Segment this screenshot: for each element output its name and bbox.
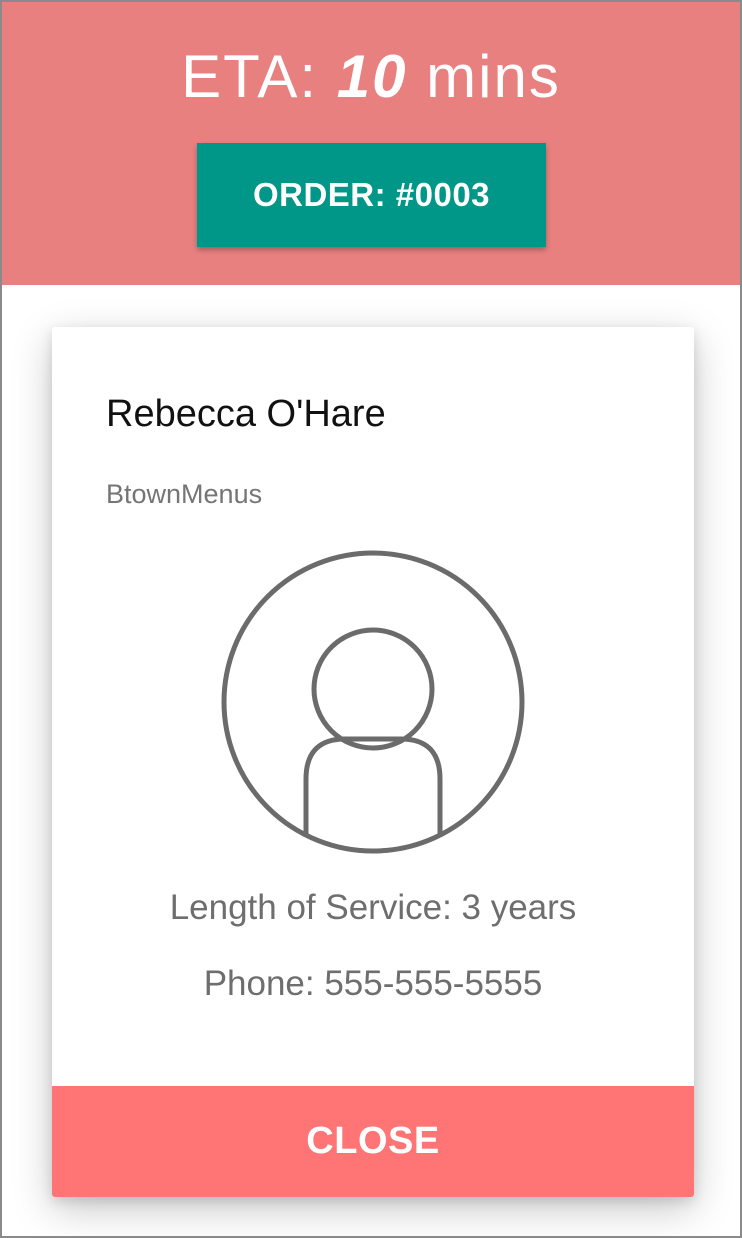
driver-company: BtownMenus: [106, 479, 263, 509]
order-number-button[interactable]: ORDER: #0003: [197, 143, 546, 247]
avatar: [220, 549, 526, 855]
eta-header: ETA: 10 mins ORDER: #0003: [2, 2, 740, 285]
driver-card: Rebecca O'Hare BtownMenus Length of Serv…: [52, 327, 694, 1197]
driver-name: Rebecca O'Hare: [106, 393, 386, 435]
driver-phone: Phone: 555-555-5555: [203, 964, 543, 1003]
eta-heading: ETA: 10 mins: [2, 42, 740, 112]
eta-unit: mins: [426, 43, 561, 110]
close-button[interactable]: CLOSE: [52, 1086, 694, 1197]
eta-value: 10: [336, 43, 408, 110]
user-avatar-icon: [221, 550, 525, 854]
eta-prefix: ETA:: [181, 43, 319, 110]
length-of-service: Length of Service: 3 years: [169, 888, 577, 927]
app-frame: ETA: 10 mins ORDER: #0003 Rebecca O'Hare…: [0, 0, 742, 1238]
